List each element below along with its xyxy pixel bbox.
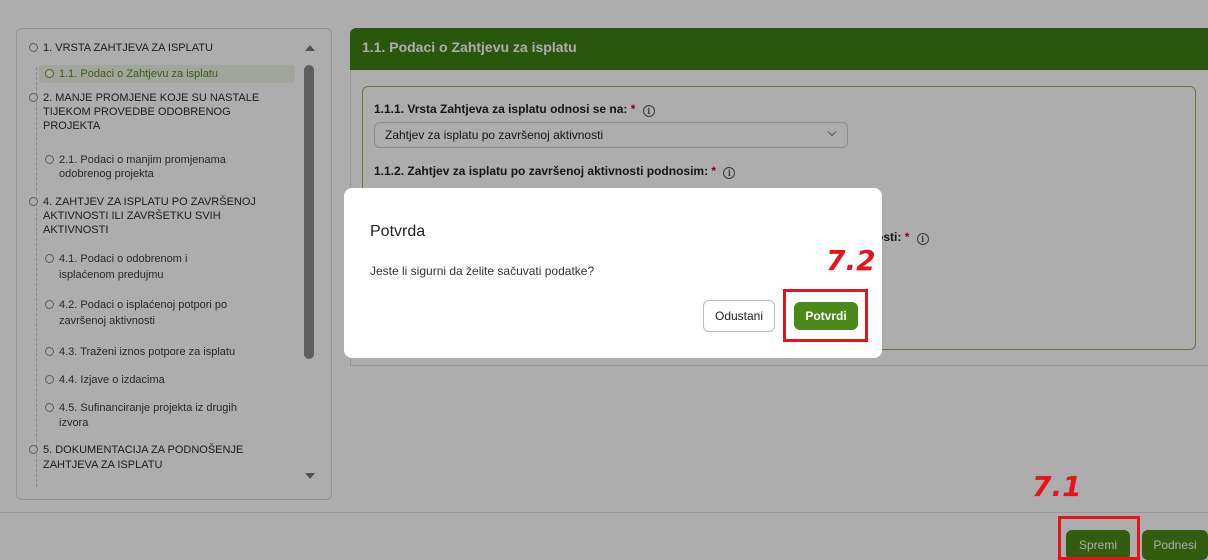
dialog-title: Potvrda xyxy=(370,223,426,240)
dialog-message: Jeste li sigurni da želite sačuvati poda… xyxy=(370,264,595,278)
annotation-step-label: 7.2 xyxy=(826,244,876,277)
cancel-button[interactable]: Odustani xyxy=(703,300,775,332)
annotation-step-label: 7.1 xyxy=(1032,470,1082,503)
annotation-box-confirm xyxy=(783,289,868,342)
annotation-box-save xyxy=(1058,516,1140,560)
